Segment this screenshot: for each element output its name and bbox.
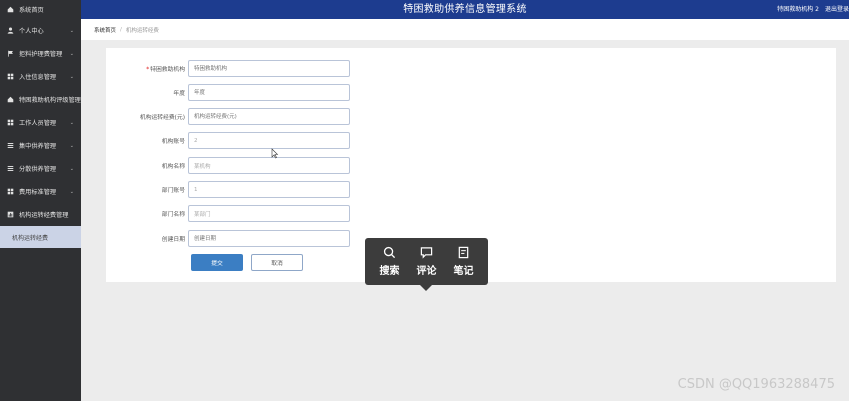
sidebar-item-label: 系统首页 [19,7,44,14]
form-input[interactable] [188,205,350,222]
sidebar-item-label: 入住信息管理 [19,74,57,81]
form-row: 部门账号 [106,181,350,198]
field-label: 部门名称 [106,209,188,218]
field-label: 机构运转经费(元) [106,112,188,121]
field-label-text: 年度 [173,91,185,97]
sidebar-subitem-active[interactable]: 机构运转经费 [0,226,81,248]
form-input[interactable] [188,157,350,174]
chevron-down-icon: ⌄ [69,165,74,172]
field-label: 部门账号 [106,185,188,194]
cancel-button[interactable]: 取消 [251,254,303,271]
grid-icon [7,188,14,195]
sidebar-item[interactable]: 工作人员管理 ⌄ [0,111,81,134]
float-search-label: 搜索 [379,266,400,277]
float-comment-button[interactable]: 评论 [417,246,437,277]
submit-button[interactable]: 提交 [191,254,243,271]
chevron-down-icon: ⌄ [69,73,74,80]
chevron-down-icon: ⌄ [69,142,74,149]
required-mark: * [146,67,150,73]
field-label-text: 机构运转经费(元) [139,115,185,121]
sidebar-item[interactable]: 入住信息管理 ⌄ [0,65,81,88]
list-icon [7,142,14,149]
float-search-button[interactable]: 搜索 [380,246,400,277]
flag-icon [7,50,14,57]
list-icon [7,165,14,172]
sidebar-item-label: 拒料护理费管理 [19,51,63,58]
form-input[interactable] [188,60,350,77]
logout-link[interactable]: 退出登录 [825,0,849,19]
chevron-down-icon: ⌄ [69,27,74,34]
current-user: 特困救助机构 2 [777,6,819,13]
breadcrumb-current: 机构运转经费 [125,27,159,34]
form-input[interactable] [188,84,350,101]
form-input[interactable] [188,230,350,247]
field-label-text: 特困救助机构 [150,67,185,73]
field-label-text: 部门账号 [161,188,185,194]
home-icon [7,96,14,103]
field-label: 机构账号 [106,136,188,145]
grid-icon [7,73,14,80]
breadcrumb: 系统首页 / 机构运转经费 [81,19,849,40]
sidebar-item-label: 特困救助机构评级管理 [19,97,81,104]
chevron-down-icon: ⌄ [69,50,74,57]
field-label-text: 机构账号 [161,139,185,145]
field-label: 年度 [106,88,188,97]
sidebar-item-label: 工作人员管理 [19,120,57,127]
form-row: 机构运转经费(元) [106,108,350,125]
field-label-text: 部门名称 [161,212,185,218]
form-input[interactable] [188,181,350,198]
float-note-label: 笔记 [453,266,474,277]
floating-toolbar: 搜索 评论 笔记 [365,238,488,291]
sidebar-item[interactable]: 分散供养管理 ⌄ [0,157,81,180]
system-title: 特困救助供养信息管理系统 [403,4,527,15]
form-row: 部门名称 [106,205,350,222]
sidebar-item[interactable]: 个人中心 ⌄ [0,19,81,42]
sidebar-item[interactable]: 拒料护理费管理 ⌄ [0,42,81,65]
form-row: 机构名称 [106,157,350,174]
chevron-down-icon: ⌄ [69,119,74,126]
field-label: *特困救助机构 [106,64,188,73]
home-icon [7,6,14,13]
sidebar: 系统首页 个人中心 ⌄ 拒料护理费管理 ⌄ 入住信息管理 ⌄ 特困救助机构评级管理 工作人员管… [0,0,81,401]
chevron-down-icon: ⌄ [69,188,74,195]
form-input[interactable] [188,108,350,125]
sidebar-item-home[interactable]: 系统首页 [0,0,81,19]
field-label: 机构名称 [106,161,188,170]
form-row: 机构账号 [106,132,350,149]
form-row: *特困救助机构 [106,60,350,77]
breadcrumb-separator: / [120,26,122,33]
sidebar-item[interactable]: 费用标准管理 ⌄ [0,180,81,203]
float-note-button[interactable]: 笔记 [454,246,474,277]
form-row: 年度 [106,84,350,101]
float-comment-label: 评论 [416,266,437,277]
sidebar-item-label: 个人中心 [19,28,44,35]
sidebar-item-label: 费用标准管理 [19,189,57,196]
user-icon [7,27,14,34]
breadcrumb-home[interactable]: 系统首页 [94,26,116,34]
grid-icon [7,119,14,126]
sidebar-item[interactable]: 集中供养管理 ⌄ [0,134,81,157]
mouse-cursor-icon [271,148,279,159]
sidebar-subitem-label: 机构运转经费 [12,234,49,242]
field-label: 创建日期 [106,234,188,243]
note-icon [458,246,469,259]
field-label-text: 机构名称 [161,164,185,170]
form-input[interactable] [188,132,350,149]
sidebar-item[interactable]: 特困救助机构评级管理 [0,88,81,111]
sidebar-item[interactable]: 机构运转经费管理 [0,203,81,226]
field-label-text: 创建日期 [161,237,185,243]
sidebar-item-label: 机构运转经费管理 [19,212,69,219]
sidebar-item-label: 集中供养管理 [19,143,57,150]
chart-icon [7,211,14,218]
sidebar-item-label: 分散供养管理 [19,166,57,173]
top-header: 特困救助供养信息管理系统 特困救助机构 2 退出登录 [81,0,849,19]
watermark: CSDN @QQ1963288475 [677,377,835,392]
search-icon [383,246,396,259]
form-row: 创建日期 [106,230,350,247]
comment-icon [420,247,433,259]
